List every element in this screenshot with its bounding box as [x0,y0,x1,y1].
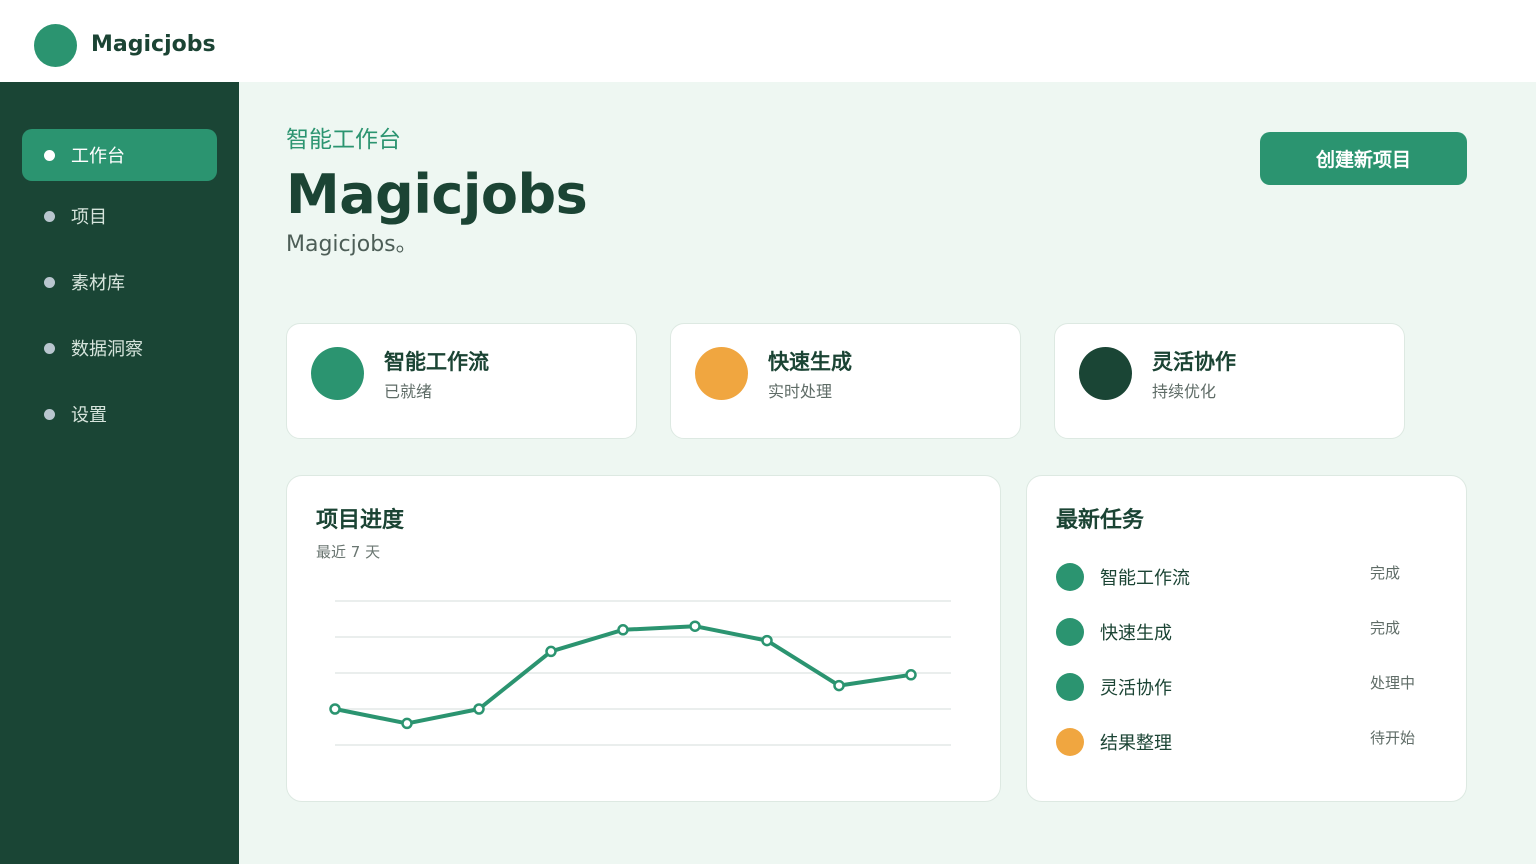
task-status-icon [1056,673,1084,701]
stat-card-collab: 灵活协作 持续优化 [1054,323,1405,439]
chart-point[interactable] [617,624,629,636]
nav-dot-icon [44,408,55,420]
stat-circle-icon [1079,347,1132,400]
sidebar-item-assets[interactable]: 素材库 [22,256,217,308]
tasks-title: 最新任务 [1056,508,1145,533]
task-item[interactable]: 快速生成 完成 [1056,616,1436,648]
task-status-icon [1056,728,1084,756]
stat-title: 智能工作流 [384,350,489,374]
sidebar-item-label: 工作台 [71,146,125,167]
chart-point[interactable] [329,703,341,715]
stat-subtitle: 实时处理 [768,382,833,401]
task-status: 待开始 [1370,729,1416,747]
stat-title: 灵活协作 [1152,350,1236,374]
sidebar: 工作台 项目 素材库 数据洞察 设置 [0,82,239,864]
stat-circle-icon [311,347,364,400]
sidebar-item-settings[interactable]: 设置 [22,388,217,440]
sidebar-item-label: 项目 [71,207,107,228]
chart-point[interactable] [689,620,701,632]
progress-panel: 项目进度 最近 7 天 [286,475,1001,802]
chart-point[interactable] [905,669,917,681]
stat-title: 快速生成 [768,350,852,374]
stat-subtitle: 持续优化 [1152,382,1217,401]
nav-dot-icon [44,342,55,354]
stat-circle-icon [695,347,748,400]
chart-point[interactable] [473,703,485,715]
sidebar-item-label: 设置 [71,405,107,426]
stat-subtitle: 已就绪 [384,382,433,401]
create-project-button[interactable]: 创建新项目 [1260,132,1467,185]
brand-name: Magicjobs [91,32,216,57]
nav-dot-icon [44,210,55,222]
task-item[interactable]: 灵活协作 处理中 [1056,671,1436,703]
sidebar-item-label: 数据洞察 [71,339,143,360]
stat-card-workflow: 智能工作流 已就绪 [286,323,637,439]
task-status: 处理中 [1370,674,1416,692]
progress-line-chart [329,600,951,746]
chart-point[interactable] [545,645,557,658]
tasks-panel: 最新任务 智能工作流 完成 快速生成 完成 灵活协作 处理中 结果整理 待开始 [1026,475,1467,802]
top-bar: Magicjobs [0,0,1536,82]
chart-point[interactable] [761,634,773,647]
sidebar-item-workbench[interactable]: 工作台 [22,129,217,181]
nav-dot-icon [44,149,55,161]
task-item[interactable]: 结果整理 待开始 [1056,726,1436,758]
task-status-icon [1056,563,1084,591]
chart-point[interactable] [401,717,413,730]
chart-point[interactable] [833,679,845,692]
task-status-icon [1056,618,1084,646]
task-item[interactable]: 智能工作流 完成 [1056,561,1436,593]
sidebar-item-projects[interactable]: 项目 [22,190,217,242]
task-status: 完成 [1370,564,1401,582]
nav-dot-icon [44,276,55,288]
sidebar-item-insights[interactable]: 数据洞察 [22,322,217,374]
task-status: 完成 [1370,619,1401,637]
page-eyebrow: 智能工作台 [286,127,401,153]
sidebar-item-label: 素材库 [71,273,125,294]
page-subtitle: Magicjobs。 [286,232,418,257]
stat-card-generate: 快速生成 实时处理 [670,323,1021,439]
logo-icon [34,24,77,67]
page-title: Magicjobs [286,163,588,226]
